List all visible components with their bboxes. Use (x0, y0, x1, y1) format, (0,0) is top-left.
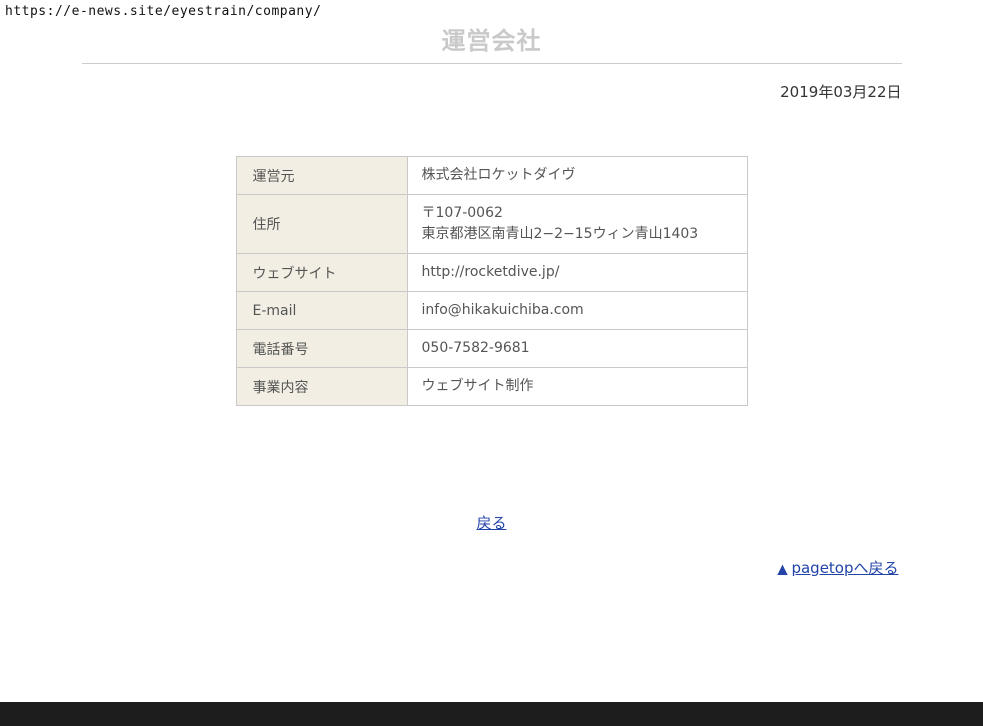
back-link-area: 戻る (82, 512, 902, 533)
row-value: 株式会社ロケットダイヴ (407, 157, 747, 195)
row-value: ウェブサイト制作 (407, 368, 747, 406)
table-row: 電話番号 050-7582-9681 (236, 330, 747, 368)
table-row: 事業内容 ウェブサイト制作 (236, 368, 747, 406)
row-value: 050-7582-9681 (407, 330, 747, 368)
row-value: 〒107-0062 東京都港区南青山2−2−15ウィン青山1403 (407, 195, 747, 254)
triangle-up-icon: ▲ (777, 562, 787, 577)
postal-code: 〒107-0062 (422, 203, 737, 224)
row-label: 電話番号 (236, 330, 407, 368)
pagetop-link-area: ▲ pagetopへ戻る (82, 557, 902, 578)
row-label: 運営元 (236, 157, 407, 195)
date-label: 2019年03月22日 (82, 81, 902, 102)
content-container: 運営会社 2019年03月22日 運営元 株式会社ロケットダイヴ 住所 〒107… (82, 0, 902, 578)
back-link[interactable]: 戻る (476, 514, 506, 532)
row-label: 住所 (236, 195, 407, 254)
table-row: E-mail info@hikakuichiba.com (236, 292, 747, 330)
title-divider (82, 63, 902, 64)
table-row: 住所 〒107-0062 東京都港区南青山2−2−15ウィン青山1403 (236, 195, 747, 254)
row-value: http://rocketdive.jp/ (407, 254, 747, 292)
street-address: 東京都港区南青山2−2−15ウィン青山1403 (422, 224, 737, 245)
row-label: E-mail (236, 292, 407, 330)
row-label: ウェブサイト (236, 254, 407, 292)
pagetop-link-label: pagetopへ戻る (791, 559, 898, 577)
page-title: 運営会社 (82, 0, 902, 56)
table-row: ウェブサイト http://rocketdive.jp/ (236, 254, 747, 292)
pagetop-link[interactable]: ▲ pagetopへ戻る (777, 559, 898, 577)
row-label: 事業内容 (236, 368, 407, 406)
table-row: 運営元 株式会社ロケットダイヴ (236, 157, 747, 195)
company-page: https://e-news.site/eyestrain/company/ 運… (0, 0, 983, 726)
row-value: info@hikakuichiba.com (407, 292, 747, 330)
company-info-table: 運営元 株式会社ロケットダイヴ 住所 〒107-0062 東京都港区南青山2−2… (236, 156, 748, 406)
footer-bar (0, 702, 983, 726)
